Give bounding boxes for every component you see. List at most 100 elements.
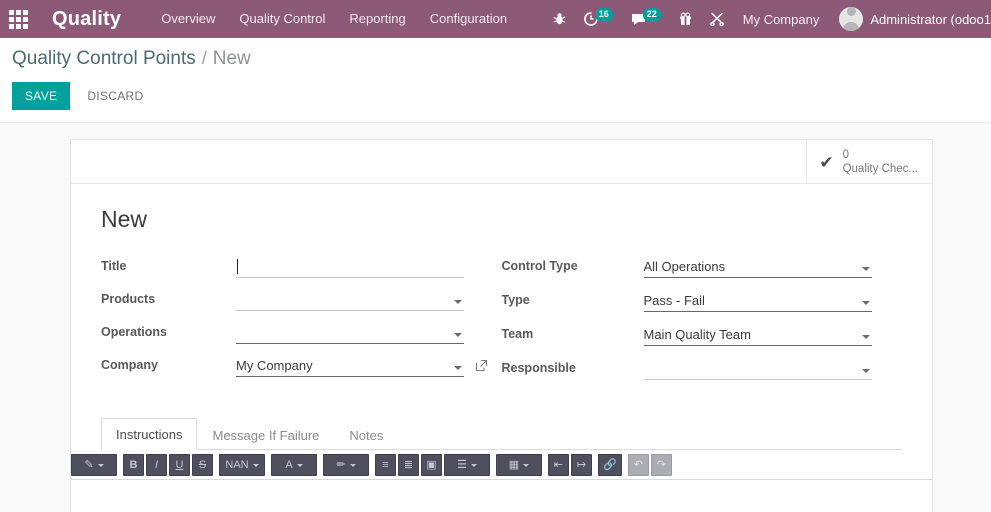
chevron-down-icon[interactable] — [454, 366, 462, 370]
strikethrough-button[interactable]: S — [192, 454, 213, 476]
save-button[interactable]: SAVE — [12, 82, 71, 110]
field-input-company[interactable]: My Company — [236, 354, 464, 377]
field-input-responsible[interactable] — [643, 357, 872, 380]
chevron-down-icon[interactable] — [454, 333, 462, 337]
field-row-type: Type Pass - Fail — [502, 289, 903, 313]
link-button[interactable]: 🔗 — [598, 454, 622, 476]
breadcrumb-item-current: New — [212, 48, 251, 69]
developer-tools-menu-button[interactable] — [701, 0, 733, 38]
control-panel: Quality Control Points / New SAVE DISCAR… — [0, 38, 991, 123]
bold-button-glyph: B — [129, 458, 138, 471]
company-switcher[interactable]: My Company — [733, 12, 832, 27]
check-icon: ✔ — [819, 152, 834, 172]
field-input-title[interactable] — [236, 255, 464, 278]
form-column-right: Control Type All Operations Type Pass - … — [502, 255, 903, 391]
field-value-type: Pass - Fail — [643, 292, 705, 308]
font-name-dropdown-button-glyph: NAN — [225, 458, 249, 471]
italic-button-glyph: I — [154, 458, 159, 471]
app-brand-title[interactable]: Quality — [52, 8, 121, 31]
chevron-down-icon[interactable] — [861, 369, 870, 373]
chevron-down-icon — [470, 463, 477, 467]
style-dropdown-button[interactable]: ✎ — [71, 454, 117, 476]
table-group: ▦ — [496, 454, 542, 476]
menu-item-quality-control[interactable]: Quality Control — [227, 0, 337, 38]
field-value-control-type: All Operations — [643, 258, 726, 274]
field-row-responsible: Responsible — [502, 357, 903, 381]
outdent-button[interactable]: ⇤ — [548, 454, 569, 476]
messaging-menu-button[interactable]: 22 — [622, 0, 670, 38]
field-input-control-type[interactable]: All Operations — [643, 255, 872, 278]
field-input-team[interactable]: Main Quality Team — [643, 323, 872, 346]
rich-text-editor: ✎ B I U S NAN A ✏ ≡ ≣ ▣ ☰ ▦ ⇤ ↦ 🔗 ↶ ↷ — [71, 450, 932, 512]
page-title: New — [101, 206, 148, 232]
highlight-color-button[interactable]: ✏ — [323, 454, 369, 476]
indent-button[interactable]: ↦ — [571, 454, 592, 476]
smart-button-quality-checks[interactable]: ✔ 0 Quality Chec... — [806, 140, 932, 184]
editor-content-area[interactable] — [71, 480, 932, 512]
table-button[interactable]: ▦ — [496, 454, 542, 476]
tab-message-if-failure[interactable]: Message If Failure — [197, 419, 334, 450]
field-row-team: Team Main Quality Team — [502, 323, 903, 347]
debug-bug-menu-button[interactable] — [544, 0, 575, 38]
content-area: ✔ 0 Quality Chec... New Title Products O… — [0, 123, 991, 512]
smart-button-label: Quality Chec... — [842, 163, 918, 175]
underline-button-glyph: U — [175, 458, 184, 471]
field-label-operations: Operations — [101, 325, 167, 339]
font-name-dropdown-button[interactable]: NAN — [219, 454, 265, 476]
font-color-group: A — [271, 454, 317, 476]
list-group: ≡ ≣ ▣ ☰ — [375, 454, 490, 476]
table-button-glyph: ▦ — [508, 458, 520, 471]
chevron-down-icon — [523, 463, 530, 467]
undo-button-glyph: ↶ — [633, 458, 643, 471]
tab-instructions[interactable]: Instructions — [101, 418, 198, 450]
breadcrumb-separator: / — [201, 48, 207, 68]
form-columns: Title Products Operations Company My Com… — [101, 255, 902, 391]
field-input-operations[interactable] — [236, 321, 464, 344]
underline-button[interactable]: U — [169, 454, 190, 476]
chevron-down-icon — [252, 463, 259, 467]
discard-button[interactable]: DISCARD — [76, 82, 154, 110]
avatar — [839, 7, 864, 31]
user-menu-button[interactable]: Administrator (odoo1 — [831, 7, 991, 31]
ordered-list-button-glyph: ≣ — [403, 458, 414, 471]
breadcrumb-item-root[interactable]: Quality Control Points — [12, 48, 196, 70]
bold-button[interactable]: B — [123, 454, 144, 476]
smart-button-value: 0 — [842, 148, 849, 161]
chevron-down-icon[interactable] — [861, 335, 870, 339]
unordered-list-button[interactable]: ≡ — [375, 454, 396, 476]
apps-grid-icon — [8, 9, 28, 29]
link-group: 🔗 — [598, 454, 622, 476]
chevron-down-icon[interactable] — [861, 267, 870, 271]
navbar-systray: 16 22 My Company Administrator (odoo1 — [544, 0, 991, 38]
italic-button[interactable]: I — [146, 454, 167, 476]
field-value-team: Main Quality Team — [643, 326, 751, 342]
menu-item-reporting[interactable]: Reporting — [337, 0, 417, 38]
chevron-down-icon — [296, 463, 303, 467]
redo-button: ↷ — [650, 454, 672, 476]
menu-item-overview[interactable]: Overview — [149, 0, 227, 38]
field-input-type[interactable]: Pass - Fail — [643, 289, 872, 312]
tab-notes[interactable]: Notes — [334, 419, 398, 450]
field-input-products[interactable] — [236, 288, 464, 311]
align-dropdown-button[interactable]: ☰ — [444, 454, 490, 476]
menu-item-configuration[interactable]: Configuration — [418, 0, 519, 38]
activity-menu-button[interactable]: 16 — [575, 0, 622, 38]
ordered-list-button[interactable]: ≣ — [398, 454, 419, 476]
chevron-down-icon[interactable] — [454, 300, 462, 304]
chevron-down-icon[interactable] — [861, 301, 870, 305]
font-style-group: B I US — [123, 454, 213, 476]
unordered-list-button-glyph: ≡ — [382, 458, 389, 471]
field-label-responsible: Responsible — [501, 361, 576, 375]
text-caret — [237, 258, 238, 274]
external-link-icon[interactable] — [475, 359, 488, 374]
history-group: ↶ ↷ — [627, 454, 672, 476]
apps-launcher-button[interactable] — [0, 0, 36, 38]
checklist-button[interactable]: ▣ — [421, 454, 442, 476]
style-dropdown-button-glyph: ✎ — [84, 458, 94, 471]
field-label-control-type: Control Type — [501, 259, 578, 273]
font-color-button[interactable]: A — [271, 454, 317, 476]
indent-button-glyph: ↦ — [576, 458, 587, 471]
activity-counter-badge: 16 — [594, 8, 613, 22]
link-button-glyph: 🔗 — [603, 458, 617, 471]
gift-menu-button[interactable] — [670, 0, 701, 38]
